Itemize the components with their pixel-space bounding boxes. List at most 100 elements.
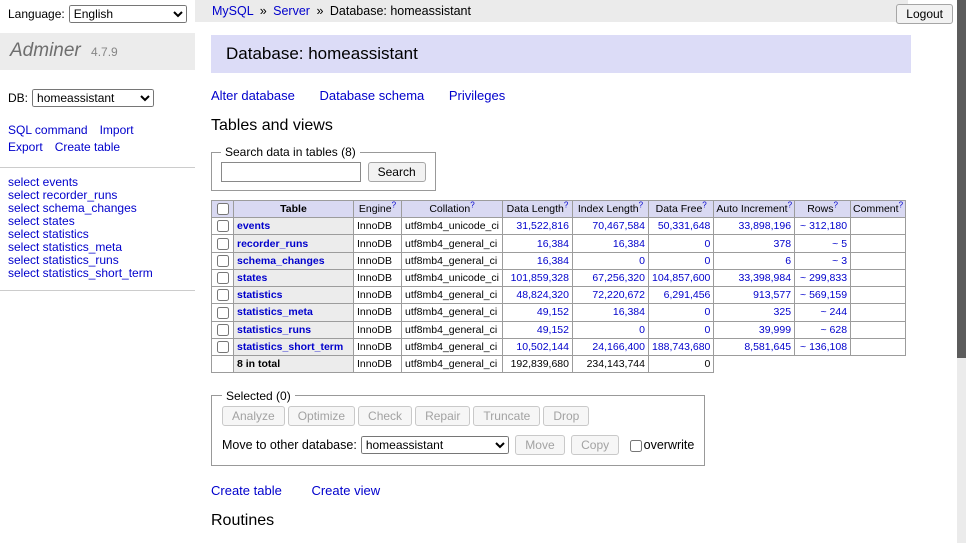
index-length-link[interactable]: 67,256,320 — [592, 272, 645, 284]
bulk-action-button[interactable]: Truncate — [473, 406, 540, 426]
database-schema-link[interactable]: Database schema — [319, 88, 424, 103]
row-checkbox[interactable] — [217, 255, 229, 267]
help-link[interactable]: ? — [392, 201, 396, 210]
rows-count-link[interactable]: ~ 628 — [820, 324, 847, 336]
rows-count-link[interactable]: ~ 5 — [832, 238, 847, 250]
data-length-link[interactable]: 101,859,328 — [511, 272, 569, 284]
help-link[interactable]: ? — [788, 201, 792, 210]
search-input[interactable] — [221, 162, 361, 182]
breadcrumb-server-link[interactable]: Server — [273, 4, 310, 18]
index-length-link[interactable]: 0 — [639, 324, 645, 336]
data-free-link[interactable]: 0 — [705, 306, 711, 318]
help-link[interactable]: ? — [639, 201, 643, 210]
search-button[interactable]: Search — [368, 162, 426, 182]
index-length-link[interactable]: 24,166,400 — [592, 341, 645, 353]
privileges-link[interactable]: Privileges — [449, 88, 505, 103]
table-name-link[interactable]: events — [237, 220, 270, 232]
sidebar-table-link[interactable]: select events — [8, 176, 187, 189]
row-checkbox[interactable] — [217, 220, 229, 232]
row-checkbox[interactable] — [217, 341, 229, 353]
table-name-link[interactable]: statistics — [237, 289, 283, 301]
data-length-link[interactable]: 49,152 — [537, 324, 569, 336]
bulk-action-button[interactable]: Drop — [543, 406, 589, 426]
row-checkbox[interactable] — [217, 289, 229, 301]
breadcrumb-mysql-link[interactable]: MySQL — [212, 4, 253, 18]
app-version[interactable]: 4.7.9 — [91, 45, 118, 59]
row-checkbox[interactable] — [217, 238, 229, 250]
create-table-link[interactable]: Create table — [55, 140, 120, 154]
sidebar-table-link[interactable]: select schema_changes — [8, 202, 187, 215]
table-name-link[interactable]: schema_changes — [237, 255, 325, 267]
table-name-link[interactable]: states — [237, 272, 267, 284]
data-free-link[interactable]: 0 — [705, 238, 711, 250]
sql-command-link[interactable]: SQL command — [8, 123, 88, 137]
sidebar-table-link[interactable]: select statistics_runs — [8, 254, 187, 267]
help-link[interactable]: ? — [833, 201, 837, 210]
auto-increment-link[interactable]: 33,898,196 — [738, 220, 791, 232]
table-name-link[interactable]: statistics_short_term — [237, 341, 343, 353]
sidebar-table-link[interactable]: select states — [8, 215, 187, 228]
data-free-link[interactable]: 50,331,648 — [658, 220, 711, 232]
adminer-logo[interactable]: Adminer — [10, 40, 81, 61]
auto-increment-link[interactable]: 325 — [774, 306, 792, 318]
data-length-link[interactable]: 16,384 — [537, 255, 569, 267]
row-checkbox[interactable] — [217, 272, 229, 284]
auto-increment-link[interactable]: 913,577 — [753, 289, 791, 301]
index-length-link[interactable]: 72,220,672 — [592, 289, 645, 301]
sidebar-table-link[interactable]: select statistics_short_term — [8, 267, 187, 280]
auto-increment-link[interactable]: 39,999 — [759, 324, 791, 336]
data-length-link[interactable]: 16,384 — [537, 238, 569, 250]
scrollbar-thumb[interactable] — [957, 0, 966, 358]
sidebar-table-link[interactable]: select statistics_meta — [8, 241, 187, 254]
table-name-link[interactable]: statistics_runs — [237, 324, 311, 336]
move-db-select[interactable]: homeassistant — [361, 436, 509, 454]
row-checkbox[interactable] — [217, 324, 229, 336]
data-length-link[interactable]: 49,152 — [537, 306, 569, 318]
help-link[interactable]: ? — [470, 201, 474, 210]
help-link[interactable]: ? — [702, 201, 706, 210]
data-free-link[interactable]: 104,857,600 — [652, 272, 710, 284]
auto-increment-link[interactable]: 8,581,645 — [744, 341, 791, 353]
select-all-checkbox[interactable] — [217, 203, 229, 215]
data-length-link[interactable]: 31,522,816 — [516, 220, 569, 232]
auto-increment-link[interactable]: 33,398,984 — [738, 272, 791, 284]
bulk-action-button[interactable]: Repair — [415, 406, 470, 426]
bulk-action-button[interactable]: Optimize — [288, 406, 355, 426]
rows-count-link[interactable]: ~ 569,159 — [800, 289, 847, 301]
index-length-link[interactable]: 16,384 — [613, 238, 645, 250]
table-name-link[interactable]: statistics_meta — [237, 306, 313, 318]
table-name-link[interactable]: recorder_runs — [237, 238, 308, 250]
index-length-link[interactable]: 70,467,584 — [592, 220, 645, 232]
language-select[interactable]: English — [69, 5, 187, 23]
index-length-link[interactable]: 16,384 — [613, 306, 645, 318]
import-link[interactable]: Import — [100, 123, 134, 137]
alter-database-link[interactable]: Alter database — [211, 88, 295, 103]
move-button[interactable]: Move — [515, 435, 564, 455]
rows-count-link[interactable]: ~ 244 — [820, 306, 847, 318]
sidebar-table-link[interactable]: select statistics — [8, 228, 187, 241]
help-link[interactable]: ? — [564, 201, 568, 210]
auto-increment-link[interactable]: 6 — [785, 255, 791, 267]
data-free-link[interactable]: 6,291,456 — [664, 289, 711, 301]
auto-increment-link[interactable]: 378 — [774, 238, 792, 250]
rows-count-link[interactable]: ~ 3 — [832, 255, 847, 267]
data-length-link[interactable]: 10,502,144 — [516, 341, 569, 353]
create-view-link[interactable]: Create view — [311, 483, 380, 498]
help-link[interactable]: ? — [899, 201, 903, 210]
create-table-bottom-link[interactable]: Create table — [211, 483, 282, 498]
vertical-scrollbar[interactable] — [957, 0, 966, 543]
db-select[interactable]: homeassistant — [32, 89, 154, 107]
rows-count-link[interactable]: ~ 299,833 — [800, 272, 847, 284]
export-link[interactable]: Export — [8, 140, 43, 154]
index-length-link[interactable]: 0 — [639, 255, 645, 267]
overwrite-checkbox[interactable] — [630, 440, 642, 452]
rows-count-link[interactable]: ~ 136,108 — [800, 341, 847, 353]
bulk-action-button[interactable]: Check — [358, 406, 412, 426]
row-checkbox[interactable] — [217, 307, 229, 319]
data-free-link[interactable]: 0 — [705, 255, 711, 267]
rows-count-link[interactable]: ~ 312,180 — [800, 220, 847, 232]
bulk-action-button[interactable]: Analyze — [222, 406, 285, 426]
copy-button[interactable]: Copy — [571, 435, 619, 455]
data-length-link[interactable]: 48,824,320 — [516, 289, 569, 301]
data-free-link[interactable]: 0 — [705, 324, 711, 336]
